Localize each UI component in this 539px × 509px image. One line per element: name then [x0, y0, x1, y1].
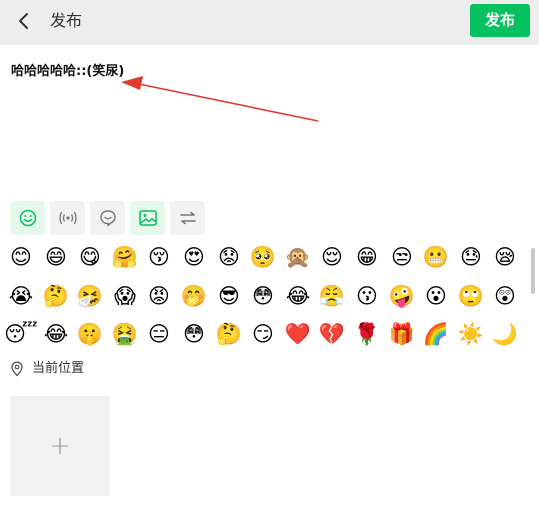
emoji-item[interactable]: 💔: [319, 321, 345, 347]
emoji-item[interactable]: 😡: [146, 283, 172, 309]
swap-icon: [179, 211, 196, 225]
chevron-left-icon: [19, 13, 28, 29]
emoji-item[interactable]: 😤: [319, 283, 345, 309]
emoji-icon: [19, 209, 36, 227]
emoji-item[interactable]: ☀️: [458, 321, 484, 347]
add-photo-button[interactable]: +: [10, 396, 110, 496]
emoji-item[interactable]: 😊: [8, 244, 34, 270]
image-icon: [138, 210, 157, 226]
emoji-item[interactable]: 😳: [181, 321, 207, 347]
page-title: 发布: [50, 11, 83, 30]
emoji-tab-button[interactable]: [10, 201, 45, 235]
emoji-item[interactable]: 😁: [354, 244, 380, 270]
emoji-item[interactable]: 😬: [423, 244, 449, 270]
emoji-item[interactable]: 😭: [8, 283, 34, 309]
emoji-item[interactable]: 🙄: [458, 283, 484, 309]
emoji-item[interactable]: 🤪: [389, 283, 415, 309]
emoji-item[interactable]: 😴: [4, 321, 38, 347]
emoji-item[interactable]: 😪: [492, 244, 518, 270]
post-text-input[interactable]: 哈哈哈哈哈::(笑尿): [11, 63, 124, 81]
emoji-item[interactable]: ❤️: [285, 321, 311, 347]
swap-button[interactable]: [170, 201, 205, 235]
publish-button[interactable]: 发布: [470, 4, 530, 37]
location-pin-icon: [11, 361, 23, 377]
emoji-item[interactable]: 😚: [146, 244, 172, 270]
emoji-item[interactable]: 🤧: [77, 283, 103, 309]
emoji-item[interactable]: 😎: [216, 283, 242, 309]
emoji-item[interactable]: 🤭: [181, 283, 207, 309]
emoji-item[interactable]: 🤮: [112, 321, 138, 347]
emoji-item[interactable]: 😄: [43, 244, 69, 270]
emoji-item[interactable]: 😗: [354, 283, 380, 309]
emoji-item[interactable]: 🎁: [389, 321, 415, 347]
emoji-item[interactable]: 😲: [492, 283, 518, 309]
broadcast-button[interactable]: [50, 201, 85, 235]
emoji-item[interactable]: 😑: [146, 321, 172, 347]
emoji-item[interactable]: 😂: [43, 321, 69, 347]
emoji-item[interactable]: 😳: [250, 283, 276, 309]
emoji-item[interactable]: 😌: [319, 244, 345, 270]
emoji-item[interactable]: 😍: [181, 244, 207, 270]
emoji-item[interactable]: 🤗: [112, 244, 138, 270]
emoji-item[interactable]: 🙊: [285, 244, 311, 270]
image-button[interactable]: [130, 201, 165, 235]
emoji-item[interactable]: 🤫: [77, 321, 103, 347]
emoji-item[interactable]: 😮: [423, 283, 449, 309]
back-button[interactable]: [13, 10, 35, 32]
emoji-item[interactable]: 🌹: [354, 321, 380, 347]
chat-bubble-icon: [99, 210, 116, 227]
emoji-item[interactable]: 😋: [77, 244, 103, 270]
location-label: 当前位置: [32, 361, 85, 376]
emoji-item[interactable]: 🌙: [492, 321, 518, 347]
emoji-item[interactable]: 😒: [389, 244, 415, 270]
chat-bubble-button[interactable]: [90, 201, 125, 235]
emoji-item[interactable]: 😱: [112, 283, 138, 309]
header-bar: 发布 发布: [0, 0, 539, 45]
broadcast-icon: [58, 211, 77, 225]
plus-icon: +: [49, 431, 71, 461]
emoji-item[interactable]: 🤔: [43, 283, 69, 309]
emoji-item[interactable]: 😏: [250, 321, 276, 347]
emoji-item[interactable]: 😓: [458, 244, 484, 270]
emoji-item[interactable]: 🌈: [423, 321, 449, 347]
emoji-item[interactable]: 😂: [285, 283, 311, 309]
emoji-item[interactable]: 🥺: [250, 244, 276, 270]
emoji-item[interactable]: 🤔: [216, 321, 242, 347]
emoji-panel-scrollbar[interactable]: [531, 248, 535, 294]
emoji-item[interactable]: 😟: [216, 244, 242, 270]
